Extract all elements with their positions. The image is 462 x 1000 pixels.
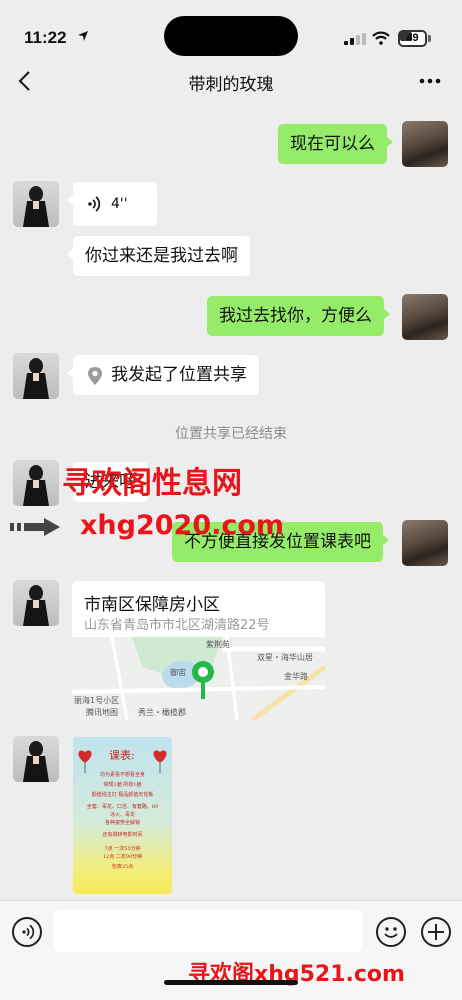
- battery-level: 49: [406, 32, 419, 44]
- schedule-title: 课表:: [109, 749, 135, 762]
- signal-icon: [344, 33, 366, 45]
- self-avatar[interactable]: [402, 294, 448, 340]
- location-pin-icon: [88, 367, 102, 385]
- voice-message[interactable]: 4'': [67, 182, 157, 226]
- schedule-image[interactable]: 课表: 均为素看不想看全身 常规1趟 所有1趟 颜值线主打 极品颜值天花板 全套…: [73, 737, 172, 894]
- chat-header: 带刺的玫瑰: [0, 62, 462, 102]
- message-bubble-other[interactable]: 你过来还是我过去啊: [67, 236, 250, 276]
- add-button[interactable]: [421, 917, 451, 947]
- voice-input-button[interactable]: [12, 917, 42, 947]
- system-notice: 位置共享已经结束: [175, 426, 287, 442]
- location-share-text: 我发起了位置共享: [111, 365, 247, 385]
- voice-icon: [22, 924, 35, 940]
- emoji-icon: [384, 927, 398, 938]
- wifi-icon: [372, 31, 390, 45]
- voice-wave-icon: [88, 196, 101, 212]
- message-bubble-self[interactable]: 我过去找你，方便么: [207, 296, 390, 336]
- location-card[interactable]: 市南区保障房小区 山东省青岛市市北区湖清路22号 紫荆苑 双星・海华山居 御宙 …: [72, 581, 325, 720]
- status-time: 11:22: [24, 28, 67, 47]
- heart-balloon-icon: [78, 750, 92, 773]
- contact-avatar[interactable]: [13, 460, 59, 506]
- battery-indicator: 49: [398, 30, 432, 47]
- message-bubble-self[interactable]: 现在可以么: [278, 124, 393, 164]
- location-address: 山东省青岛市市北区湖清路22号: [84, 618, 270, 633]
- message-input[interactable]: [54, 910, 362, 952]
- chat-title: 带刺的玫瑰: [188, 75, 274, 95]
- plus-icon: [428, 924, 444, 940]
- heart-balloon-icon: [153, 750, 167, 773]
- more-icon[interactable]: [418, 76, 442, 86]
- status-bar: 11:22 49: [0, 0, 462, 62]
- contact-avatar[interactable]: [13, 181, 59, 227]
- contact-avatar[interactable]: [13, 580, 59, 626]
- watermark-top: 寻欢阁性息网: [62, 466, 242, 501]
- location-share-message[interactable]: 我发起了位置共享: [67, 355, 259, 395]
- contact-avatar[interactable]: [13, 736, 59, 782]
- watermark-middle: xhg2020.com: [80, 510, 285, 541]
- home-indicator: [164, 980, 298, 985]
- location-title: 市南区保障房小区: [84, 595, 220, 615]
- self-avatar[interactable]: [402, 520, 448, 566]
- contact-avatar[interactable]: [13, 353, 59, 399]
- arrow-icon: [10, 518, 60, 536]
- map-preview[interactable]: 紫荆苑 双星・海华山居 御宙 金华路 丽海1号小区 腾讯地图 秀兰・橄榄郡: [72, 637, 325, 720]
- voice-duration: 4'': [111, 196, 128, 212]
- self-avatar[interactable]: [402, 121, 448, 167]
- map-pin-icon: [192, 661, 214, 699]
- dynamic-island: [164, 16, 298, 56]
- emoji-button[interactable]: [376, 917, 406, 947]
- location-arrow-icon: [78, 31, 88, 41]
